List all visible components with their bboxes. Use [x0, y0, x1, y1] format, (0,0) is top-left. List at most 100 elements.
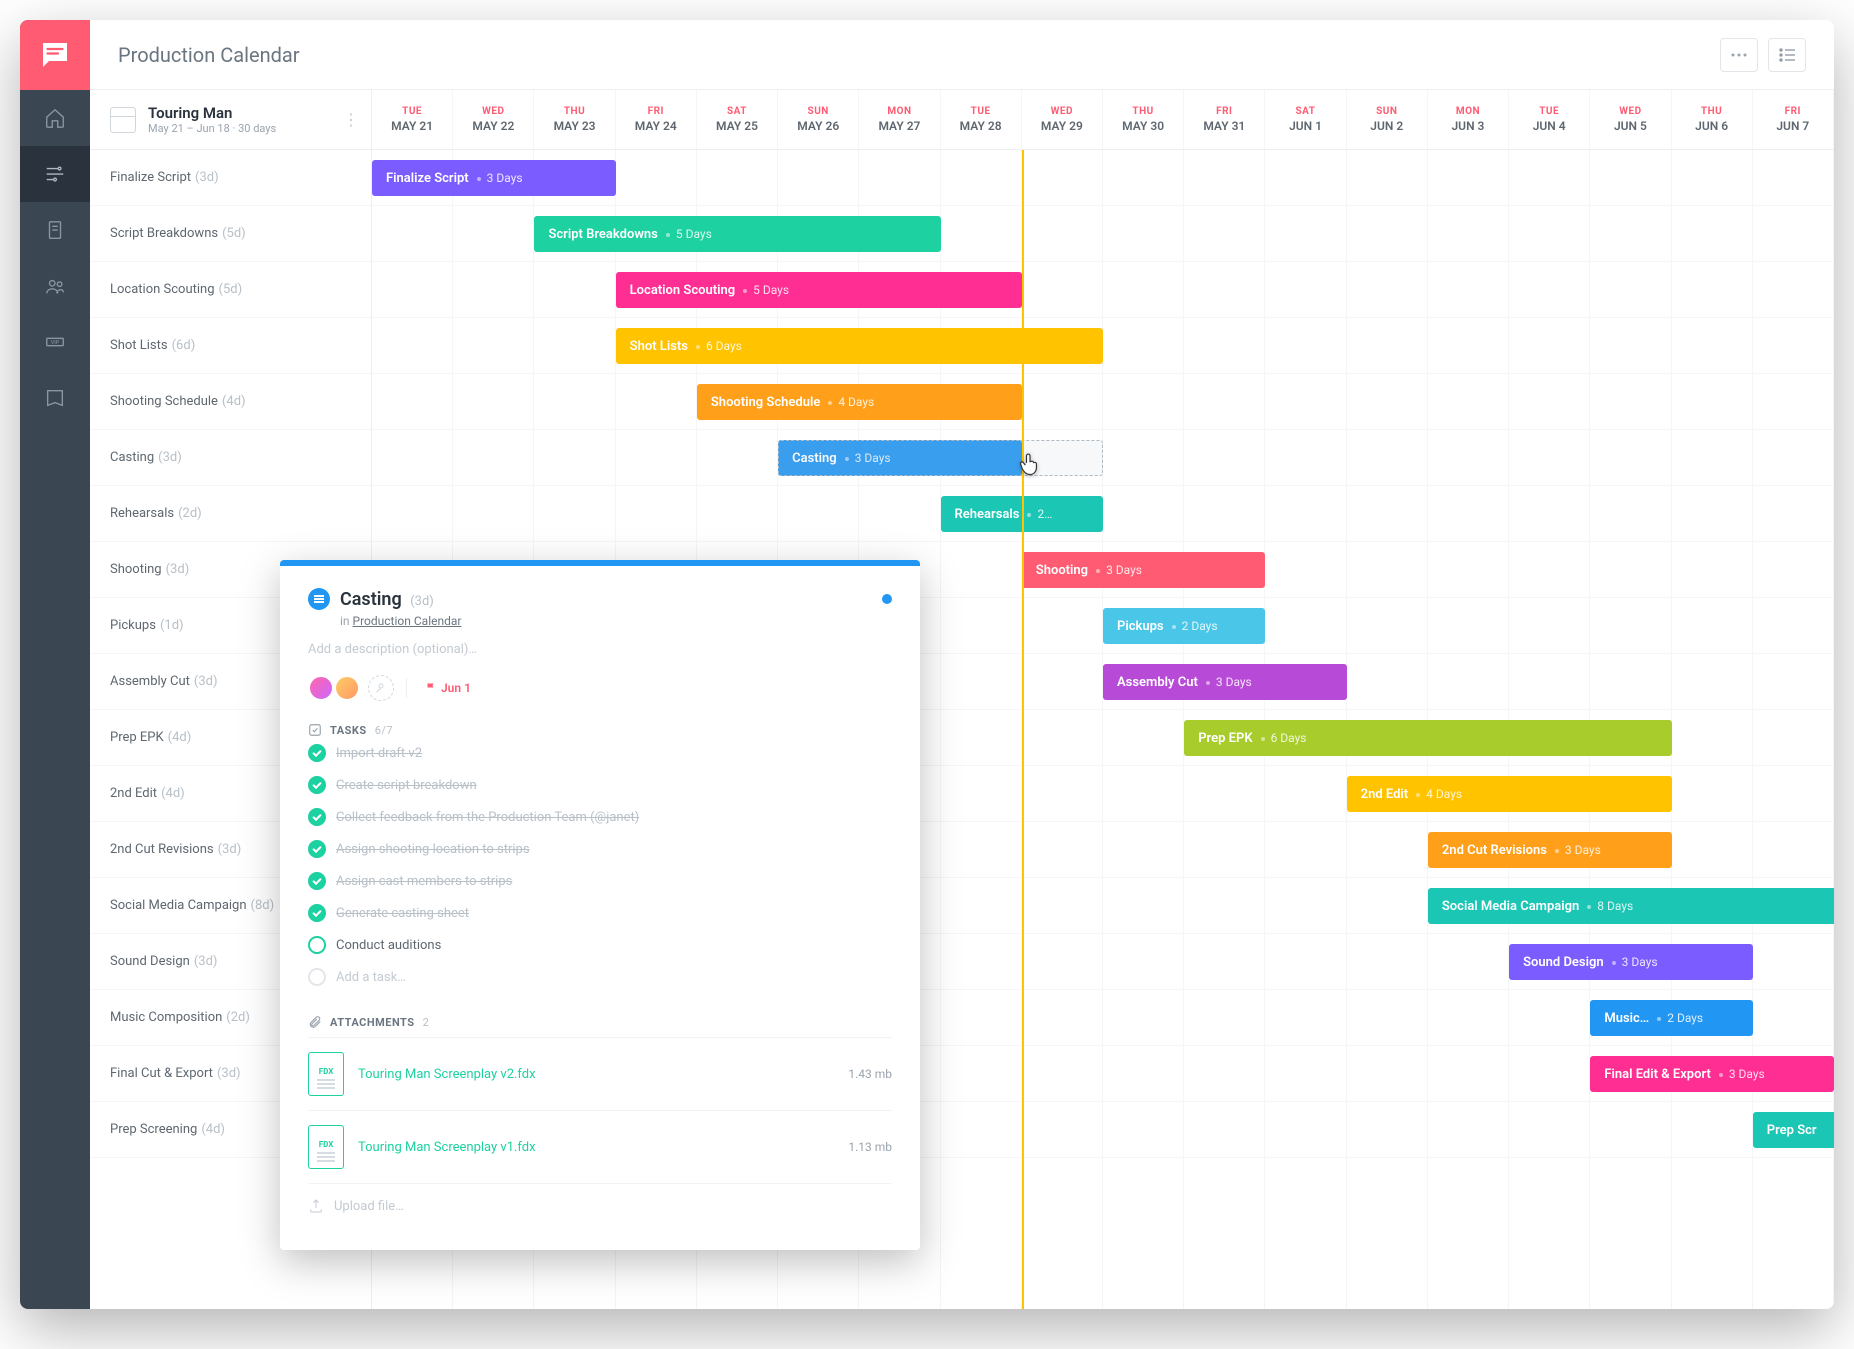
- timeline-row: Location Scouting 5 Days: [372, 262, 1834, 318]
- checkbox-icon[interactable]: [308, 776, 326, 794]
- gantt-bar[interactable]: Shot Lists 6 Days: [616, 328, 1103, 364]
- day-column: THUJUN 6: [1672, 90, 1753, 149]
- gantt-bar[interactable]: Prep Scr: [1753, 1112, 1834, 1148]
- task-name-row[interactable]: Location Scouting (5d): [90, 262, 371, 318]
- timeline-header: TUEMAY 21WEDMAY 22THUMAY 23FRIMAY 24SATM…: [372, 90, 1834, 149]
- assignee-avatar[interactable]: [334, 675, 360, 701]
- task-name-row[interactable]: Shooting Schedule (4d): [90, 374, 371, 430]
- task-type-icon: [308, 588, 330, 610]
- subtask-item[interactable]: Generate casting sheet: [308, 897, 892, 929]
- day-column: THUMAY 30: [1103, 90, 1184, 149]
- gantt-bar[interactable]: Pickups 2 Days: [1103, 608, 1265, 644]
- assignee-avatar[interactable]: [308, 675, 334, 701]
- gantt-bar[interactable]: Social Media Campaign 8 Days: [1428, 888, 1834, 924]
- gantt-bar[interactable]: Prep EPK 6 Days: [1184, 720, 1671, 756]
- timeline-row: Shooting Schedule 4 Days: [372, 374, 1834, 430]
- day-column: FRIJUN 7: [1753, 90, 1834, 149]
- breadcrumb-link[interactable]: Production Calendar: [353, 614, 462, 628]
- calendar-icon: [110, 107, 136, 133]
- day-column: WEDMAY 29: [1022, 90, 1103, 149]
- popup-breadcrumb: in Production Calendar: [340, 614, 892, 628]
- nav-vip[interactable]: VIP: [20, 314, 90, 370]
- timeline-row: Rehearsals 2…: [372, 486, 1834, 542]
- gantt-bar[interactable]: Shooting 3 Days: [1022, 552, 1266, 588]
- list-view-button[interactable]: [1768, 38, 1806, 72]
- gantt-bar[interactable]: Shooting Schedule 4 Days: [697, 384, 1022, 420]
- task-name-row[interactable]: Finalize Script (3d): [90, 150, 371, 206]
- gantt-bar[interactable]: Location Scouting 5 Days: [616, 272, 1022, 308]
- day-column: FRIMAY 31: [1184, 90, 1265, 149]
- file-icon: FDX: [308, 1125, 344, 1169]
- subtask-item[interactable]: Conduct auditions: [308, 929, 892, 961]
- timeline-row: Script Breakdowns 5 Days: [372, 206, 1834, 262]
- header: Production Calendar: [90, 20, 1834, 90]
- attachments-section-header: ATTACHMENTS2: [308, 1015, 892, 1029]
- drag-ghost: [778, 440, 1103, 476]
- app-logo[interactable]: [20, 20, 90, 90]
- task-name-row[interactable]: Shot Lists (6d): [90, 318, 371, 374]
- day-column: WEDMAY 22: [453, 90, 534, 149]
- nav-library[interactable]: [20, 370, 90, 426]
- cursor-hand-icon: [1016, 450, 1044, 478]
- day-column: THUMAY 23: [534, 90, 615, 149]
- file-icon: FDX: [308, 1052, 344, 1096]
- project-name: Touring Man: [148, 104, 276, 122]
- day-column: SUNJUN 2: [1347, 90, 1428, 149]
- add-assignee-button[interactable]: [368, 675, 394, 701]
- gantt-bar[interactable]: Finalize Script 3 Days: [372, 160, 616, 196]
- day-column: TUEJUN 4: [1509, 90, 1590, 149]
- due-date[interactable]: Jun 1: [425, 681, 471, 695]
- gantt-bar[interactable]: 2nd Cut Revisions 3 Days: [1428, 832, 1672, 868]
- checkbox-icon[interactable]: [308, 744, 326, 762]
- day-column: FRIMAY 24: [616, 90, 697, 149]
- project-date-range: May 21 – Jun 18 · 30 days: [148, 122, 276, 135]
- today-indicator: [1022, 150, 1024, 1309]
- timeline-row: Casting 3 Days: [372, 430, 1834, 486]
- add-task-input[interactable]: Add a task…: [308, 961, 892, 993]
- checkbox-icon[interactable]: [308, 808, 326, 826]
- gantt-bar[interactable]: Final Edit & Export 3 Days: [1590, 1056, 1834, 1092]
- upload-file-button[interactable]: Upload file…: [308, 1183, 892, 1228]
- attachment-row[interactable]: FDXTouring Man Screenplay v2.fdx1.43 mb: [308, 1037, 892, 1110]
- nav-home[interactable]: [20, 90, 90, 146]
- day-column: MONJUN 3: [1428, 90, 1509, 149]
- checkbox-icon[interactable]: [308, 936, 326, 954]
- tasks-section-header: TASKS6/7: [308, 723, 892, 737]
- task-detail-popup: Casting (3d) in Production Calendar Add …: [280, 560, 920, 1250]
- subtask-item[interactable]: Import draft v2: [308, 737, 892, 769]
- day-column: TUEMAY 21: [372, 90, 453, 149]
- description-input[interactable]: Add a description (optional)…: [308, 642, 892, 657]
- status-indicator[interactable]: [882, 594, 892, 604]
- task-name-row[interactable]: Casting (3d): [90, 430, 371, 486]
- timeline-row: Finalize Script 3 Days: [372, 150, 1834, 206]
- sidebar: VIP: [20, 20, 90, 1309]
- svg-text:VIP: VIP: [51, 340, 60, 346]
- task-name-row[interactable]: Script Breakdowns (5d): [90, 206, 371, 262]
- day-column: TUEMAY 28: [941, 90, 1022, 149]
- more-options-button[interactable]: [1720, 38, 1758, 72]
- gantt-bar[interactable]: 2nd Edit 4 Days: [1347, 776, 1672, 812]
- task-name-row[interactable]: Rehearsals (2d): [90, 486, 371, 542]
- gantt-bar[interactable]: Script Breakdowns 5 Days: [534, 216, 940, 252]
- subtask-item[interactable]: Collect feedback from the Production Tea…: [308, 801, 892, 833]
- attachment-row[interactable]: FDXTouring Man Screenplay v1.fdx1.13 mb: [308, 1110, 892, 1183]
- project-menu-icon[interactable]: ⋮: [343, 110, 359, 129]
- gantt-bar[interactable]: Assembly Cut 3 Days: [1103, 664, 1347, 700]
- timeline-row: Shot Lists 6 Days: [372, 318, 1834, 374]
- gantt-bar[interactable]: Music… 2 Days: [1590, 1000, 1752, 1036]
- day-column: SATJUN 1: [1265, 90, 1346, 149]
- nav-documents[interactable]: [20, 202, 90, 258]
- day-column: WEDJUN 5: [1590, 90, 1671, 149]
- nav-timeline[interactable]: [20, 146, 90, 202]
- checkbox-icon[interactable]: [308, 840, 326, 858]
- project-row: Touring Man May 21 – Jun 18 · 30 days ⋮ …: [90, 90, 1834, 150]
- day-column: SUNMAY 26: [778, 90, 859, 149]
- checkbox-icon[interactable]: [308, 872, 326, 890]
- nav-team[interactable]: [20, 258, 90, 314]
- gantt-bar[interactable]: Sound Design 3 Days: [1509, 944, 1753, 980]
- subtask-item[interactable]: Assign shooting location to strips: [308, 833, 892, 865]
- checkbox-icon[interactable]: [308, 904, 326, 922]
- subtask-item[interactable]: Assign cast members to strips: [308, 865, 892, 897]
- subtask-item[interactable]: Create script breakdown: [308, 769, 892, 801]
- day-column: SATMAY 25: [697, 90, 778, 149]
